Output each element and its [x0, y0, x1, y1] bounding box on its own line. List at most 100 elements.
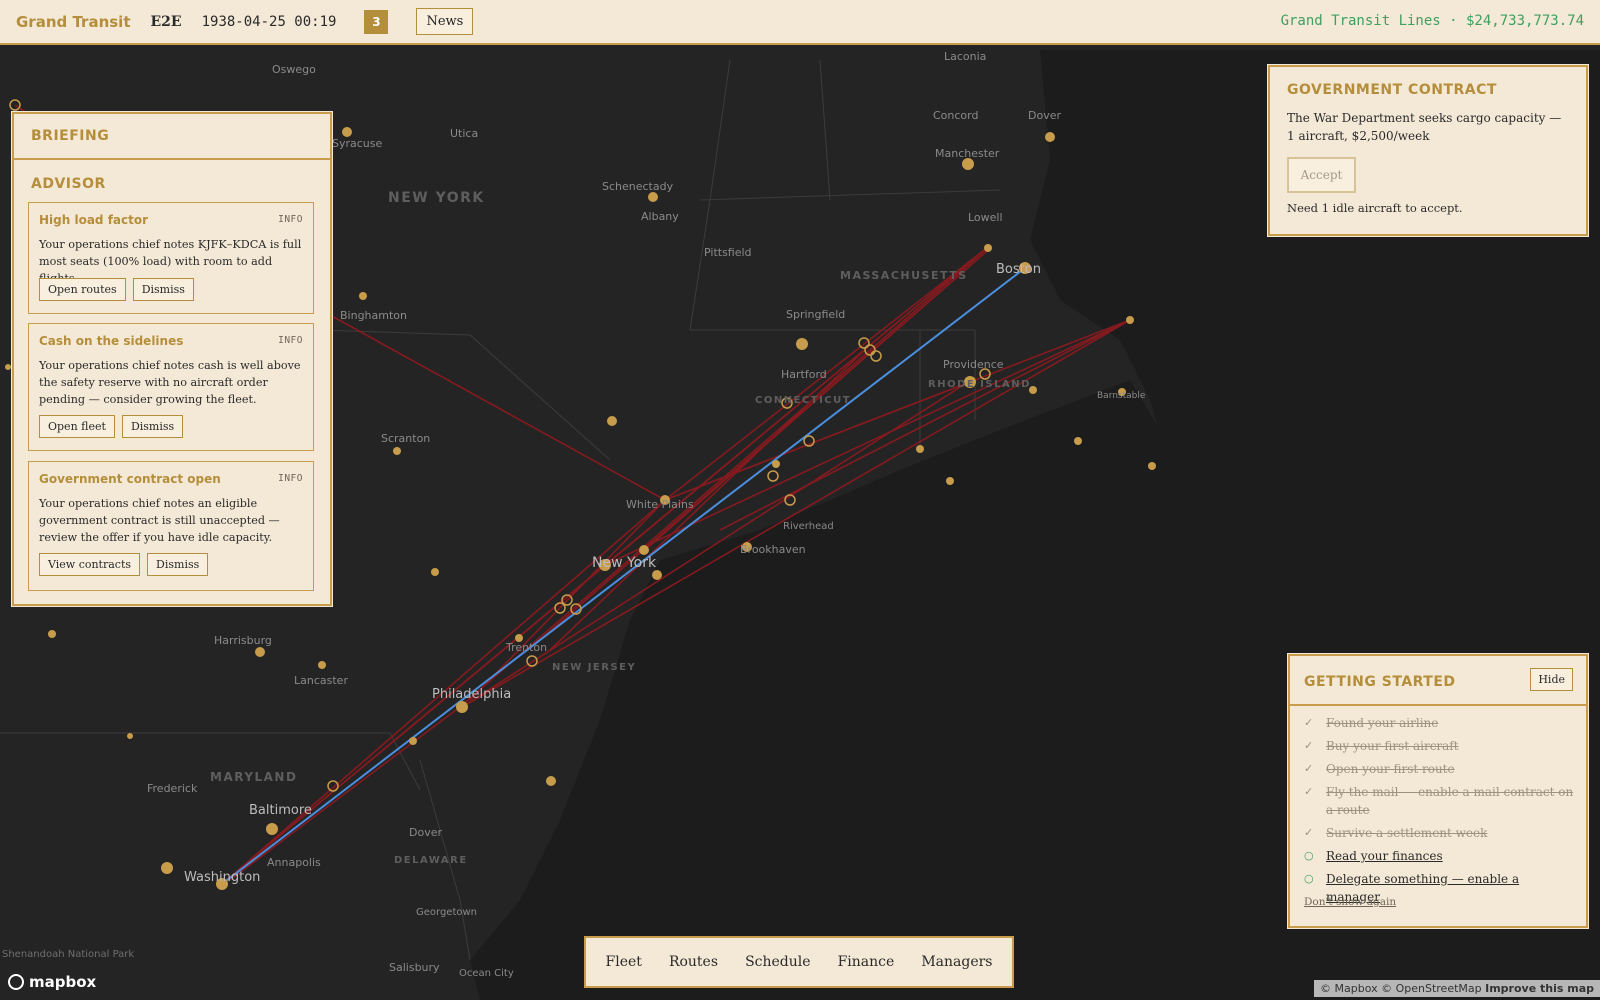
brand-title: Grand Transit: [16, 12, 131, 31]
mapbox-logo-text: mapbox: [29, 973, 97, 991]
getting-started-panel: GETTING STARTED Hide ✓ Found your airline…: [1287, 653, 1589, 929]
map-city-label: Binghamton: [340, 309, 407, 322]
mapbox-logo-icon: [8, 974, 24, 990]
dismiss-button[interactable]: Dismiss: [121, 415, 184, 438]
gov-contract-title: GOVERNMENT CONTRACT: [1287, 82, 1497, 98]
advisor-card-body: Your operations chief notes cash is well…: [39, 359, 301, 406]
map-city-label: Dover: [409, 826, 442, 839]
nav-finance[interactable]: Finance: [838, 954, 895, 970]
improve-map-link[interactable]: Improve this map: [1485, 982, 1594, 995]
notification-badge[interactable]: 3: [364, 9, 389, 34]
airline-code: E2E: [150, 13, 182, 30]
check-icon: ✓: [1304, 785, 1314, 798]
view-contracts-button[interactable]: View contracts: [39, 553, 141, 576]
advisor-card-body: Your operations chief notes an eligible …: [39, 497, 280, 544]
advisor-card-tag: INFO: [278, 335, 303, 346]
advisor-card-load-factor: High load factor INFO Your operations ch…: [28, 202, 314, 314]
map-region-label: NEW JERSEY: [552, 662, 636, 673]
checklist-item-label: Buy your first aircraft: [1326, 739, 1459, 753]
advisor-card-cash: Cash on the sidelines INFO Your operatio…: [28, 323, 314, 451]
check-icon: ✓: [1304, 716, 1314, 729]
checklist-item-label: Read your finances: [1326, 849, 1443, 863]
accept-button[interactable]: Accept: [1287, 157, 1356, 193]
open-fleet-button[interactable]: Open fleet: [39, 415, 115, 438]
checklist-item-label: Open your first route: [1326, 762, 1455, 776]
mapbox-logo: mapbox: [8, 973, 96, 991]
map-city-label: Lowell: [968, 211, 1003, 224]
map-city-label: Schenectady: [602, 180, 674, 193]
map-city-label: Concord: [933, 109, 978, 122]
check-icon: ✓: [1304, 762, 1314, 775]
advisor-card-title: Cash on the sidelines: [39, 334, 184, 348]
map-city-label: Springfield: [786, 308, 845, 321]
check-icon: ✓: [1304, 739, 1314, 752]
map-city-label: Boston: [996, 262, 1041, 277]
hide-button[interactable]: Hide: [1530, 668, 1573, 691]
map-city-label: Utica: [450, 127, 478, 140]
map-city-label: Baltimore: [249, 803, 312, 818]
nav-routes[interactable]: Routes: [669, 954, 718, 970]
map-city-label: Syracuse: [332, 137, 383, 150]
checklist-item[interactable]: ○ Read your finances: [1304, 847, 1576, 865]
nav-schedule[interactable]: Schedule: [745, 954, 810, 970]
map-city-label: Philadelphia: [432, 687, 511, 702]
checklist-item-label: Fly the mail — enable a mail contract on…: [1326, 785, 1574, 817]
advisor-card-title: Government contract open: [39, 472, 221, 486]
briefing-panel: BRIEFING ADVISOR High load factor INFO Y…: [11, 111, 333, 607]
map-city-label: Riverhead: [783, 521, 834, 532]
checklist-item: ✓ Survive a settlement week: [1304, 824, 1576, 842]
map-city-label: Laconia: [944, 50, 986, 63]
advisor-title: ADVISOR: [31, 176, 106, 192]
dismiss-button[interactable]: Dismiss: [132, 278, 194, 301]
map-city-label: Hartford: [781, 368, 827, 381]
news-button[interactable]: News: [416, 8, 474, 35]
map-city-label: Barnstable: [1097, 391, 1146, 401]
map-attribution: © Mapbox © OpenStreetMap Improve this ma…: [1314, 980, 1600, 997]
map-city-label: New York: [592, 555, 657, 571]
getting-started-divider: [1290, 704, 1586, 706]
advisor-card-tag: INFO: [278, 473, 303, 484]
advisor-card-gov-contract: Government contract open INFO Your opera…: [28, 461, 314, 591]
map-city-label: Ocean City: [459, 968, 514, 979]
checklist: ✓ Found your airline ✓ Buy your first aircr…: [1304, 714, 1576, 911]
circle-icon: ○: [1304, 849, 1314, 862]
map-city-label: Pittsfield: [704, 246, 752, 259]
map-city-label: Shenandoah National Park: [2, 949, 134, 960]
map-region-label: DELAWARE: [394, 855, 468, 866]
map-city-label: Brookhaven: [740, 543, 806, 556]
advisor-card-tag: INFO: [278, 214, 303, 225]
top-bar: Grand Transit E2E 1938-04-25 00:19 3 New…: [0, 0, 1600, 45]
dismiss-button[interactable]: Dismiss: [147, 553, 209, 576]
dont-show-again-link[interactable]: Don't show again: [1304, 896, 1396, 908]
map-city-label: Salisbury: [389, 961, 440, 974]
checklist-item-label: Survive a settlement week: [1326, 826, 1488, 840]
company-cash: Grand Transit Lines · $24,733,773.74: [1280, 13, 1584, 29]
briefing-title: BRIEFING: [31, 128, 110, 144]
nav-fleet[interactable]: Fleet: [606, 954, 642, 970]
map-city-label: Albany: [641, 210, 679, 223]
map-city-label: Lancaster: [294, 674, 348, 687]
nav-managers[interactable]: Managers: [921, 954, 992, 970]
bottom-nav: Fleet Routes Schedule Finance Managers: [584, 936, 1014, 988]
checklist-item: ✓ Fly the mail — enable a mail contract o…: [1304, 783, 1576, 819]
map-region-label: CONNECTICUT: [755, 395, 851, 406]
map-city-label: White Plains: [626, 498, 694, 511]
map-city-label: Frederick: [147, 782, 198, 795]
getting-started-title: GETTING STARTED: [1304, 674, 1456, 690]
check-icon: ✓: [1304, 826, 1314, 839]
government-contract-panel: GOVERNMENT CONTRACT The War Department s…: [1267, 64, 1589, 237]
map-region-label: MASSACHUSETTS: [840, 269, 968, 282]
map-city-label: Annapolis: [267, 856, 321, 869]
game-clock: 1938-04-25 00:19: [201, 13, 337, 30]
open-routes-button[interactable]: Open routes: [39, 278, 126, 301]
map-city-label: Trenton: [505, 641, 547, 654]
checklist-item: ✓ Open your first route: [1304, 760, 1576, 778]
map-city-label: Harrisburg: [214, 634, 272, 647]
map-city-label: Oswego: [272, 63, 316, 76]
checklist-item: ✓ Found your airline: [1304, 714, 1576, 732]
gov-contract-body: The War Department seeks cargo capacity …: [1287, 111, 1562, 143]
advisor-card-title: High load factor: [39, 213, 149, 227]
gov-contract-note: Need 1 idle aircraft to accept.: [1287, 201, 1463, 215]
map-city-label: Dover: [1028, 109, 1061, 122]
map-city-label: Providence: [943, 358, 1004, 371]
